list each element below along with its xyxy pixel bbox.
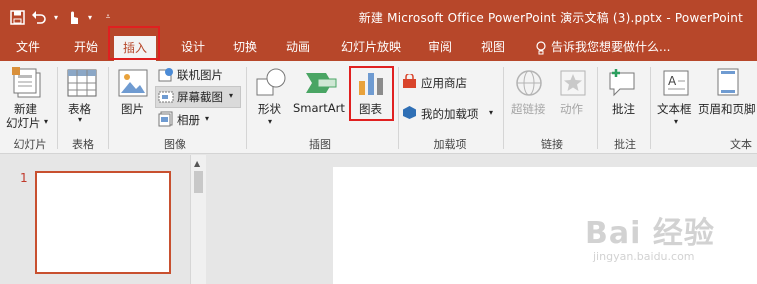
hyperlink-icon[interactable] [515,69,543,97]
textbox-dropdown-icon[interactable]: ▾ [674,117,678,126]
separator [57,67,58,149]
undo-dropdown-icon[interactable]: ▾ [52,13,60,22]
svg-text:A: A [668,74,677,88]
shapes-icon[interactable] [255,67,287,97]
tab-home[interactable]: 开始 [62,34,110,61]
tab-animations[interactable]: 动画 [277,34,319,61]
watermark-url: jingyan.baidu.com [593,250,695,263]
slide-number: 1 [20,171,28,185]
group-label-addins: 加载项 [433,138,467,151]
shapes-dropdown-icon[interactable]: ▾ [268,117,272,126]
smartart-label[interactable]: SmartArt [293,101,345,115]
header-footer-label[interactable]: 页眉和页脚 [698,101,756,117]
screenshot-label: 屏幕截图 [177,90,223,104]
my-addins-label[interactable]: 我的加载项 [421,106,479,122]
photo-album-dropdown-icon[interactable]: ▾ [205,114,209,123]
new-slide-label-2[interactable]: 幻灯片 [6,115,41,131]
group-label-links: 链接 [541,138,563,151]
new-slide-dropdown-icon[interactable]: ▾ [44,117,48,126]
tab-transitions[interactable]: 切换 [224,34,266,61]
touch-mode-icon[interactable] [64,8,82,26]
slide-thumbnail[interactable] [35,171,171,274]
tab-design[interactable]: 设计 [172,34,214,61]
header-footer-icon[interactable] [716,67,740,97]
customize-qat-icon[interactable]: ⩡ [104,12,112,22]
online-picture-icon[interactable] [158,67,174,83]
scroll-thumb[interactable] [194,171,203,193]
thumbnail-scrollbar[interactable]: ▲ [190,155,206,284]
photo-album-icon[interactable] [158,111,174,127]
separator [503,67,504,149]
document-title: 新建 Microsoft Office PowerPoint 演示文稿 (3).… [358,11,743,25]
screenshot-dropdown-icon: ▾ [229,91,234,100]
screenshot-icon [158,91,174,103]
table-icon[interactable] [67,69,97,97]
scroll-up-icon[interactable]: ▲ [194,159,200,168]
quick-access-toolbar: ▾ ▾ ⩡ [8,6,112,28]
smartart-icon[interactable] [304,69,338,97]
save-icon[interactable] [8,8,26,26]
tab-view[interactable]: 视图 [472,34,514,61]
action-icon[interactable] [559,69,587,97]
group-label-images: 图像 [164,138,186,151]
watermark-main: Bai 经验 [585,216,715,251]
touch-dropdown-icon[interactable]: ▾ [86,13,94,22]
photo-album-label[interactable]: 相册 [177,112,200,128]
textbox-label[interactable]: 文本框 [657,101,692,117]
tab-review[interactable]: 审阅 [419,34,461,61]
separator [398,67,399,149]
tell-me-text: 告诉我您想要做什么... [551,40,671,54]
insert-tab-highlight [108,26,160,60]
comment-icon[interactable] [608,67,638,97]
group-label-slides: 幻灯片 [13,138,47,151]
separator [108,67,109,149]
tab-file[interactable]: 文件 [8,34,48,61]
separator [246,67,247,149]
my-addins-dropdown-icon[interactable]: ▾ [489,108,493,117]
group-label-illustrations: 插图 [309,138,331,151]
group-label-tables: 表格 [72,138,94,151]
chart-button-highlight [349,66,394,121]
action-label[interactable]: 动作 [560,101,583,117]
picture-icon[interactable] [118,69,148,97]
new-slide-icon[interactable] [12,67,42,99]
lightbulb-icon [536,40,546,54]
tab-slideshow[interactable]: 幻灯片放映 [333,34,409,61]
shapes-label[interactable]: 形状 [258,101,281,117]
online-picture-label[interactable]: 联机图片 [177,67,223,83]
group-label-comments: 批注 [614,138,636,151]
comment-label[interactable]: 批注 [612,101,635,117]
store-label[interactable]: 应用商店 [421,75,467,91]
picture-label[interactable]: 图片 [121,101,144,117]
my-addins-icon[interactable] [402,105,417,120]
group-label-text: 文本 [730,138,752,151]
store-icon[interactable] [402,74,417,89]
textbox-icon[interactable]: A [662,69,690,97]
separator [597,67,598,149]
table-dropdown-icon[interactable]: ▾ [78,115,82,124]
watermark-logo: Bai 经验 jingyan.baidu.com [585,208,745,268]
separator [650,67,651,149]
tell-me-box[interactable]: 告诉我您想要做什么... [535,34,670,61]
undo-icon[interactable] [30,8,48,26]
hyperlink-label[interactable]: 超链接 [511,101,546,117]
